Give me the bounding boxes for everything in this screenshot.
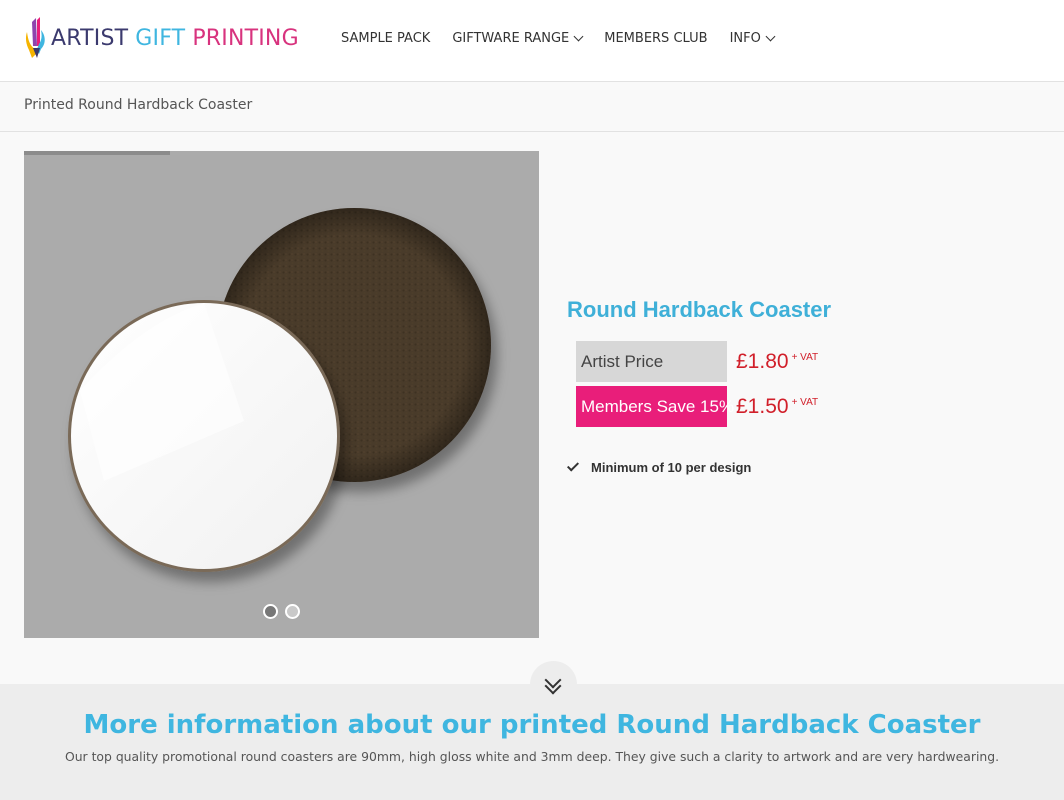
- site-header: ARTIST GIFT PRINTING SAMPLE PACK GIFTWARE …: [0, 0, 1064, 82]
- artist-price-label: Artist Price: [576, 341, 727, 382]
- more-info-title: More information about our printed Round…: [83, 710, 981, 740]
- more-info-description: Our top quality promotional round coaste…: [64, 749, 1000, 764]
- slider-dot-2[interactable]: [285, 604, 300, 619]
- feature-text: Minimum of 10 per design: [591, 460, 752, 475]
- member-price-vat: + VAT: [791, 396, 819, 408]
- breadcrumb: Printed Round Hardback Coaster: [0, 82, 1064, 132]
- chevron-down-icon: [765, 31, 776, 42]
- nav-giftware-range-label: GIFTWARE RANGE: [452, 31, 570, 46]
- check-icon: [566, 459, 580, 472]
- product-image-coasters: [68, 208, 491, 572]
- nav-info[interactable]: INFO: [729, 31, 776, 46]
- artist-brush-logo-icon: [25, 17, 45, 58]
- artist-price-value-wrap: £1.80 + VAT: [736, 350, 818, 374]
- product-title: Round Hardback Coaster: [567, 297, 832, 322]
- logo-word-artist: ARTIST: [51, 25, 129, 51]
- nav-sample-pack-label: SAMPLE PACK: [341, 31, 431, 46]
- logo-word-gift: GIFT: [135, 25, 186, 51]
- nav-sample-pack[interactable]: SAMPLE PACK: [341, 31, 430, 46]
- nav-info-label: INFO: [729, 31, 761, 46]
- artist-price-vat: + VAT: [791, 351, 819, 363]
- breadcrumb-current: Printed Round Hardback Coaster: [24, 97, 253, 113]
- nav-giftware-range[interactable]: GIFTWARE RANGE: [452, 31, 584, 46]
- member-price-value-wrap: £1.50 + VAT: [736, 395, 818, 419]
- logo-wordmark: ARTIST GIFT PRINTING: [51, 26, 299, 51]
- scroll-down-button[interactable]: [530, 661, 577, 708]
- more-info-section: [0, 684, 1064, 800]
- site-logo[interactable]: ARTIST GIFT PRINTING: [24, 16, 299, 60]
- slider-dot-1[interactable]: [263, 604, 278, 619]
- feature-minimum-order: Minimum of 10 per design: [566, 459, 752, 475]
- nav-members-club[interactable]: MEMBERS CLUB: [604, 31, 707, 46]
- main-nav: SAMPLE PACK GIFTWARE RANGE MEMBERS CLUB …: [341, 31, 796, 46]
- artist-price-value: £1.80: [736, 349, 789, 373]
- nav-members-club-label: MEMBERS CLUB: [604, 31, 708, 46]
- product-image-slider[interactable]: [24, 151, 539, 638]
- member-price-value: £1.50: [736, 394, 789, 418]
- artist-price-row: Artist Price £1.80 + VAT: [576, 341, 818, 382]
- logo-word-printing: PRINTING: [192, 25, 299, 51]
- slider-dots: [263, 604, 300, 619]
- chevron-down-icon: [573, 31, 584, 42]
- member-price-row: Members Save 15% £1.50 + VAT: [576, 386, 818, 427]
- member-price-label: Members Save 15%: [576, 386, 734, 427]
